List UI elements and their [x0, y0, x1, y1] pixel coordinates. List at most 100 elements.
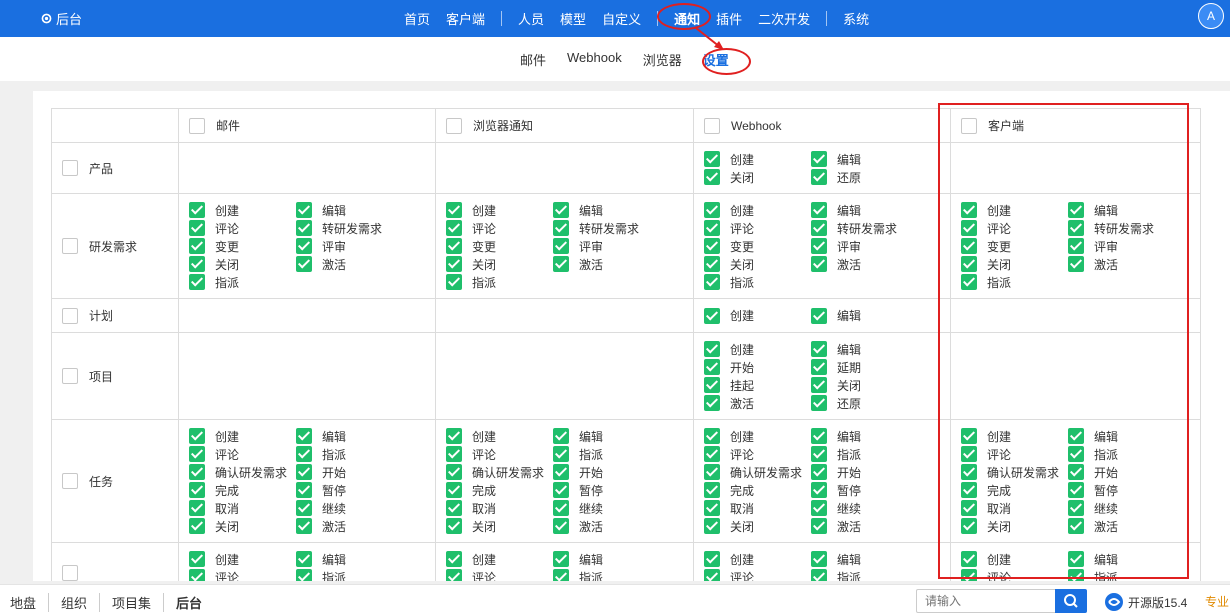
action-checkbox[interactable]: 创建 [704, 427, 811, 445]
action-checkbox[interactable]: 编辑 [296, 427, 403, 445]
action-checkbox[interactable]: 转研发需求 [811, 219, 918, 237]
action-checkbox[interactable]: 开始 [296, 463, 403, 481]
action-checkbox[interactable]: 创建 [704, 550, 811, 568]
subnav-browser[interactable]: 浏览器 [643, 50, 682, 69]
action-checkbox[interactable]: 激活 [811, 517, 918, 535]
action-checkbox[interactable]: 激活 [553, 255, 660, 273]
action-checkbox[interactable]: 评论 [189, 445, 296, 463]
row-select-checkbox[interactable] [62, 160, 78, 176]
action-checkbox[interactable]: 关闭 [446, 255, 553, 273]
action-checkbox[interactable]: 关闭 [704, 255, 811, 273]
action-checkbox[interactable]: 指派 [811, 568, 918, 581]
action-checkbox[interactable]: 指派 [811, 445, 918, 463]
search-input[interactable] [916, 589, 1056, 613]
action-checkbox[interactable]: 变更 [446, 237, 553, 255]
action-checkbox[interactable]: 完成 [704, 481, 811, 499]
action-checkbox[interactable]: 创建 [704, 201, 811, 219]
action-checkbox[interactable]: 评论 [704, 568, 811, 581]
action-checkbox[interactable]: 编辑 [553, 427, 660, 445]
action-checkbox[interactable]: 暂停 [296, 481, 403, 499]
select-all-checkbox[interactable] [446, 117, 462, 134]
action-checkbox[interactable]: 关闭 [704, 517, 811, 535]
edition-label[interactable]: 专业 [1205, 593, 1229, 610]
action-checkbox[interactable]: 评论 [446, 445, 553, 463]
action-checkbox[interactable]: 确认研发需求 [704, 463, 811, 481]
nav-users[interactable]: 人员 [510, 9, 552, 28]
select-all-checkbox[interactable] [189, 117, 205, 134]
action-checkbox[interactable]: 确认研发需求 [446, 463, 553, 481]
action-checkbox[interactable]: 关闭 [189, 255, 296, 273]
action-checkbox[interactable]: 创建 [446, 550, 553, 568]
row-select-checkbox[interactable] [62, 564, 78, 581]
crumb-org[interactable]: 组织 [49, 593, 101, 612]
action-checkbox[interactable]: 完成 [446, 481, 553, 499]
action-checkbox[interactable]: 变更 [704, 237, 811, 255]
action-checkbox[interactable]: 挂起 [704, 376, 811, 394]
action-checkbox[interactable]: 开始 [704, 358, 811, 376]
action-checkbox[interactable]: 暂停 [811, 481, 918, 499]
action-checkbox[interactable]: 创建 [704, 150, 811, 168]
action-checkbox[interactable]: 编辑 [553, 550, 660, 568]
row-select-checkbox[interactable] [62, 368, 78, 384]
action-checkbox[interactable]: 继续 [296, 499, 403, 517]
action-checkbox[interactable]: 开始 [553, 463, 660, 481]
action-checkbox[interactable]: 指派 [296, 445, 403, 463]
action-checkbox[interactable]: 指派 [553, 445, 660, 463]
action-checkbox[interactable]: 创建 [704, 307, 811, 325]
action-checkbox[interactable]: 评论 [189, 568, 296, 581]
action-checkbox[interactable]: 开始 [811, 463, 918, 481]
action-checkbox[interactable]: 取消 [446, 499, 553, 517]
action-checkbox[interactable]: 指派 [446, 273, 553, 291]
subnav-webhook[interactable]: Webhook [567, 50, 622, 69]
action-checkbox[interactable]: 转研发需求 [553, 219, 660, 237]
action-checkbox[interactable]: 评审 [811, 237, 918, 255]
action-checkbox[interactable]: 评论 [704, 219, 811, 237]
action-checkbox[interactable]: 创建 [189, 550, 296, 568]
action-checkbox[interactable]: 编辑 [296, 550, 403, 568]
action-checkbox[interactable]: 关闭 [446, 517, 553, 535]
action-checkbox[interactable]: 完成 [189, 481, 296, 499]
select-all-checkbox[interactable] [704, 117, 720, 134]
action-checkbox[interactable]: 创建 [189, 201, 296, 219]
nav-home[interactable]: 首页 [396, 9, 438, 28]
action-checkbox[interactable]: 评论 [189, 219, 296, 237]
search-button[interactable] [1055, 589, 1087, 613]
action-checkbox[interactable]: 指派 [189, 273, 296, 291]
action-checkbox[interactable]: 激活 [553, 517, 660, 535]
action-checkbox[interactable]: 关闭 [189, 517, 296, 535]
action-checkbox[interactable]: 确认研发需求 [189, 463, 296, 481]
action-checkbox[interactable]: 激活 [296, 517, 403, 535]
action-checkbox[interactable]: 取消 [704, 499, 811, 517]
nav-secondary-dev[interactable]: 二次开发 [750, 9, 818, 28]
action-checkbox[interactable]: 还原 [811, 394, 918, 412]
action-checkbox[interactable]: 继续 [553, 499, 660, 517]
action-checkbox[interactable]: 编辑 [811, 340, 918, 358]
action-checkbox[interactable]: 转研发需求 [296, 219, 403, 237]
subnav-mail[interactable]: 邮件 [520, 50, 546, 69]
crumb-admin[interactable]: 后台 [164, 593, 214, 612]
action-checkbox[interactable]: 创建 [446, 427, 553, 445]
admin-home-link[interactable]: 后台 [40, 9, 82, 28]
action-checkbox[interactable]: 取消 [189, 499, 296, 517]
action-checkbox[interactable]: 指派 [704, 273, 811, 291]
action-checkbox[interactable]: 编辑 [811, 307, 918, 325]
row-select-checkbox[interactable] [62, 473, 78, 489]
version-info[interactable]: 开源版15.4 [1104, 592, 1187, 612]
action-checkbox[interactable]: 编辑 [811, 150, 918, 168]
action-checkbox[interactable]: 编辑 [811, 427, 918, 445]
action-checkbox[interactable]: 激活 [704, 394, 811, 412]
action-checkbox[interactable]: 创建 [704, 340, 811, 358]
nav-model[interactable]: 模型 [552, 9, 594, 28]
action-checkbox[interactable]: 激活 [811, 255, 918, 273]
action-checkbox[interactable]: 评论 [446, 568, 553, 581]
action-checkbox[interactable]: 评论 [446, 219, 553, 237]
action-checkbox[interactable]: 变更 [189, 237, 296, 255]
action-checkbox[interactable]: 激活 [296, 255, 403, 273]
row-select-checkbox[interactable] [62, 307, 78, 324]
action-checkbox[interactable]: 延期 [811, 358, 918, 376]
action-checkbox[interactable]: 暂停 [553, 481, 660, 499]
nav-client[interactable]: 客户端 [438, 9, 493, 28]
action-checkbox[interactable]: 编辑 [811, 550, 918, 568]
action-checkbox[interactable]: 评审 [296, 237, 403, 255]
action-checkbox[interactable]: 创建 [189, 427, 296, 445]
